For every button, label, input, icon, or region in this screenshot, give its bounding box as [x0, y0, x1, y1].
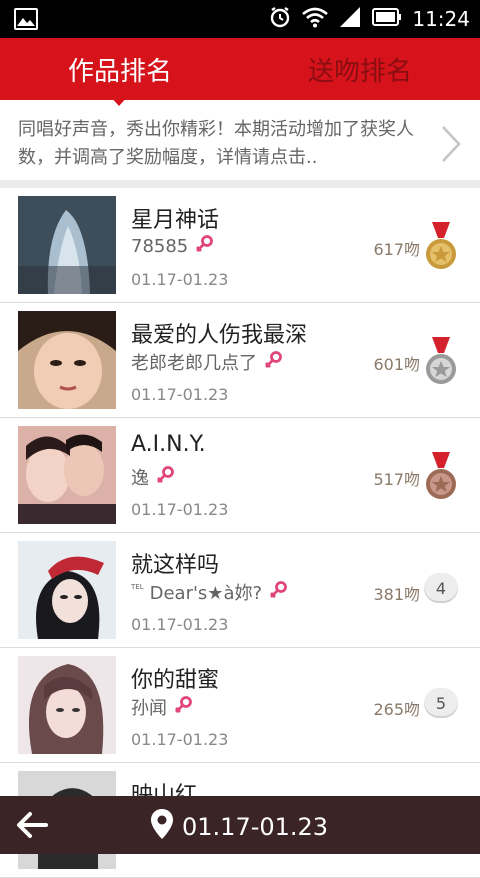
singer-name: 78585 — [131, 234, 214, 259]
kiss-count: 601吻 — [373, 355, 420, 374]
rank-badge: 4 — [424, 573, 458, 603]
song-title: 最爱的人伤我最深 — [131, 323, 308, 348]
active-tab-indicator — [110, 96, 128, 106]
singer-name-text: 孙闻 — [131, 698, 167, 719]
rank-badge: 5 — [424, 688, 458, 718]
singer-name-text: 老郎老郎几点了 — [131, 353, 257, 374]
female-icon — [263, 350, 283, 375]
song-title: 你的甜蜜 — [131, 668, 220, 693]
wifi-icon — [302, 6, 329, 32]
female-icon — [194, 234, 214, 259]
ranking-list: 星月神话 78585 01.17-01.23 617吻 最爱的人伤我最深 老郎老… — [0, 188, 480, 878]
singer-name-text: 逸 — [131, 468, 149, 489]
kiss-count: 381吻 — [373, 585, 420, 604]
location-pin-icon — [150, 808, 174, 846]
list-item[interactable]: 最爱的人伤我最深 老郎老郎几点了 01.17-01.23 601吻 — [0, 303, 480, 418]
song-title: 星月神话 — [131, 208, 220, 233]
list-item[interactable]: 你的甜蜜 孙闻 01.17-01.23 265吻 5 — [0, 648, 480, 763]
song-cover-image — [18, 426, 116, 524]
song-title: 就这样吗 — [131, 553, 220, 578]
date-range: 01.17-01.23 — [131, 730, 229, 749]
list-item[interactable]: 就这样吗 TEL Dear's★à妳? 01.17-01.23 381吻 4 — [0, 533, 480, 648]
kiss-count: 517吻 — [373, 470, 420, 489]
silver-medal-icon — [424, 337, 458, 387]
date-range: 01.17-01.23 — [131, 500, 229, 519]
singer-name: 孙闻 — [131, 694, 193, 720]
song-cover-image — [18, 541, 116, 639]
alarm-icon — [268, 5, 292, 33]
kiss-count: 265吻 — [373, 700, 420, 719]
clock-time: 11:24 — [412, 7, 470, 31]
list-item[interactable]: 星月神话 78585 01.17-01.23 617吻 — [0, 188, 480, 303]
image-notification-icon — [14, 8, 38, 30]
bottom-bar: 01.17-01.23 — [0, 796, 480, 854]
chevron-right-icon — [440, 124, 462, 168]
battery-icon — [372, 8, 402, 30]
tab-works-ranking[interactable]: 作品排名 — [0, 38, 240, 100]
tab-bar: 作品排名 送吻排名 — [0, 38, 480, 100]
singer-name: TEL Dear's★à妳? — [131, 579, 288, 605]
list-item[interactable]: A.I.N.Y. 逸 01.17-01.23 517吻 — [0, 418, 480, 533]
singer-name-text: 78585 — [131, 236, 189, 257]
female-icon — [173, 695, 193, 720]
tel-prefix: TEL — [131, 583, 144, 591]
signal-icon — [338, 6, 362, 32]
date-range: 01.17-01.23 — [131, 270, 229, 289]
song-cover-image — [18, 311, 116, 409]
female-icon — [268, 580, 288, 605]
section-divider — [0, 180, 480, 188]
female-icon — [155, 465, 175, 490]
back-arrow-icon[interactable] — [14, 810, 48, 844]
bronze-medal-icon — [424, 452, 458, 502]
tab-kiss-ranking[interactable]: 送吻排名 — [240, 38, 480, 100]
activity-banner[interactable]: 同唱好声音，秀出你精彩！本期活动增加了获奖人数，并调高了奖励幅度，详情请点击.. — [0, 106, 480, 180]
date-range: 01.17-01.23 — [131, 615, 229, 634]
period-selector[interactable]: 01.17-01.23 — [150, 808, 328, 846]
banner-text: 同唱好声音，秀出你精彩！本期活动增加了获奖人数，并调高了奖励幅度，详情请点击.. — [18, 119, 414, 168]
status-bar: 11:24 — [0, 0, 480, 38]
kiss-count: 617吻 — [373, 240, 420, 259]
period-label: 01.17-01.23 — [182, 813, 329, 841]
singer-name-text: Dear's★à妳? — [149, 583, 263, 604]
gold-medal-icon — [424, 222, 458, 272]
singer-name: 老郎老郎几点了 — [131, 349, 283, 375]
song-title: A.I.N.Y. — [131, 432, 206, 457]
song-cover-image — [18, 196, 116, 294]
singer-name: 逸 — [131, 464, 175, 490]
date-range: 01.17-01.23 — [131, 385, 229, 404]
song-cover-image — [18, 656, 116, 754]
